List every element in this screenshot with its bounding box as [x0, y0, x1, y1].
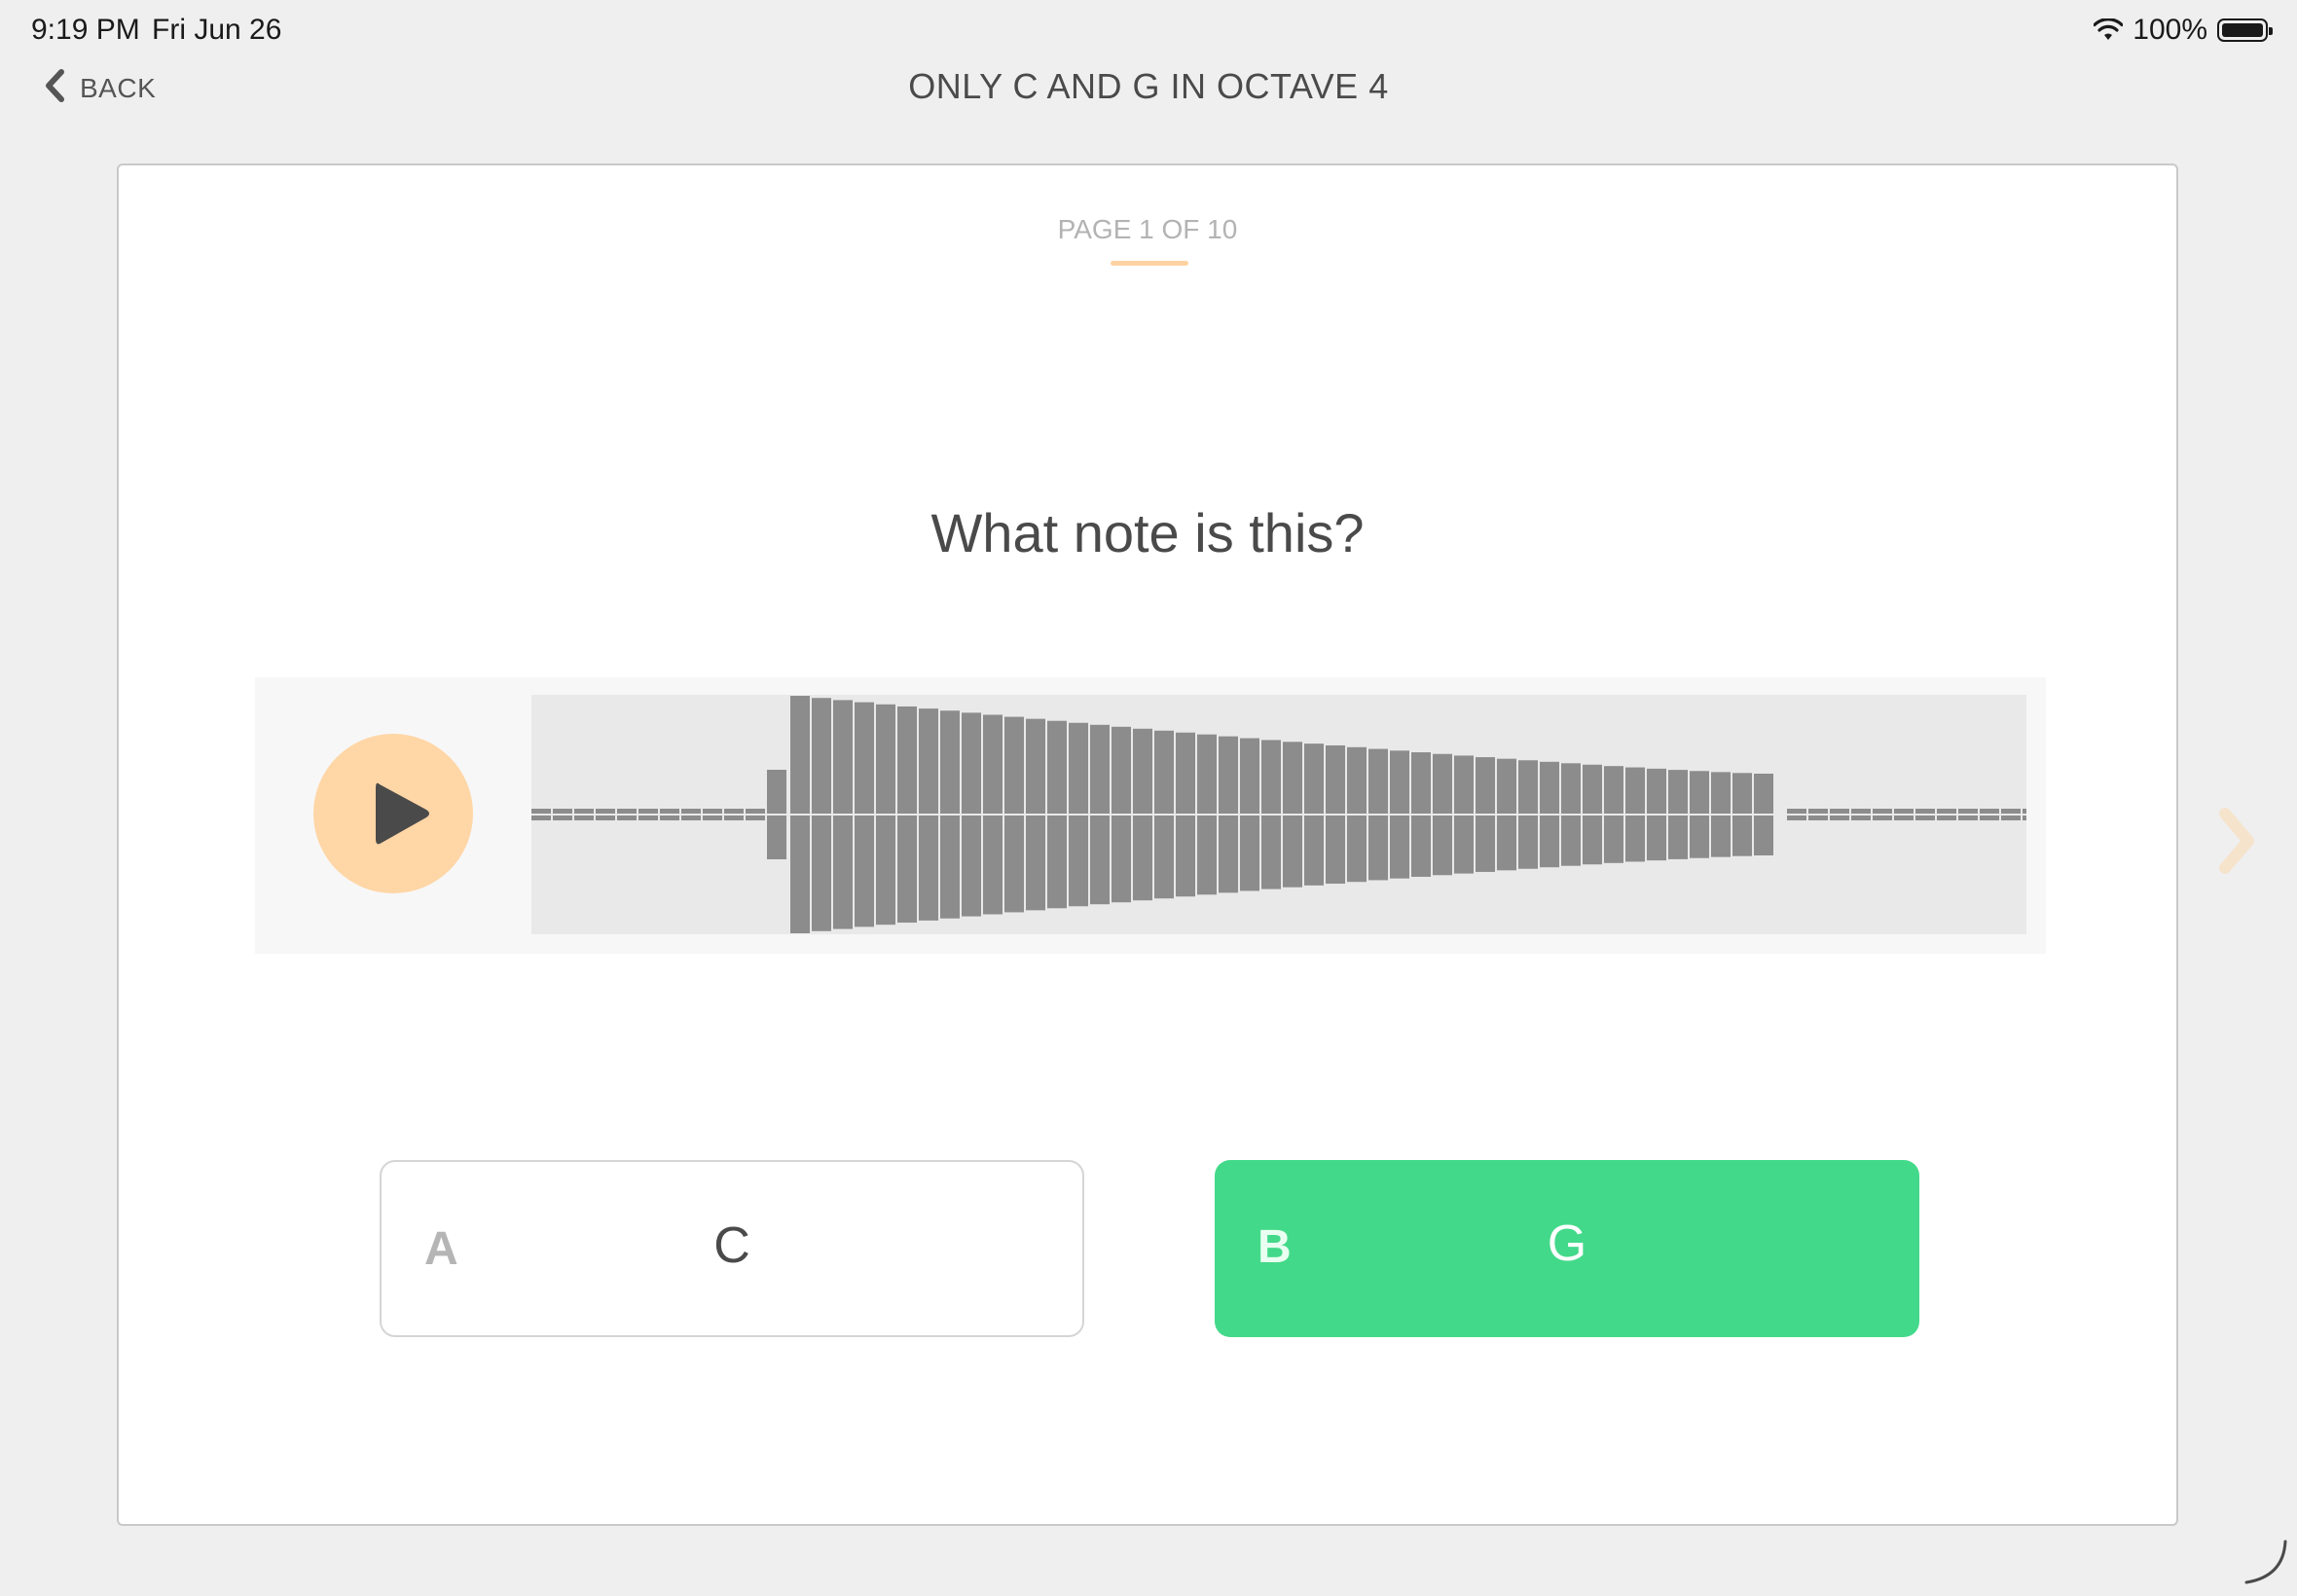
- page-indicator-underline: [1111, 261, 1188, 266]
- waveform-center-line: [531, 814, 2026, 816]
- play-icon: [376, 782, 429, 845]
- answer-text: G: [1547, 1215, 1587, 1272]
- page-title: ONLY C AND G IN OCTAVE 4: [908, 66, 1389, 106]
- question-text: What note is this?: [930, 502, 1365, 563]
- answer-text: C: [713, 1217, 750, 1274]
- question-card: PAGE 1 OF 10 What note is this? A C B G: [117, 163, 2178, 1526]
- battery-icon: [2217, 18, 2273, 42]
- waveform: [531, 695, 2026, 934]
- status-date: Fri Jun 26: [152, 14, 282, 46]
- chevron-right-icon: [2219, 808, 2254, 874]
- answer-option-a[interactable]: A C: [380, 1160, 1084, 1337]
- battery-percentage: 100%: [2133, 14, 2207, 46]
- status-right: 100%: [2094, 14, 2273, 47]
- page-indicator: PAGE 1 OF 10: [1057, 214, 1238, 244]
- play-button[interactable]: [313, 734, 473, 893]
- wifi-icon: [2094, 18, 2124, 42]
- resize-handle-icon: [2241, 1538, 2289, 1591]
- status-time: 9:19 PM: [31, 14, 140, 46]
- next-page-button[interactable]: [2215, 806, 2258, 881]
- answer-option-b[interactable]: B G: [1215, 1160, 1919, 1337]
- audio-player: [255, 677, 2046, 954]
